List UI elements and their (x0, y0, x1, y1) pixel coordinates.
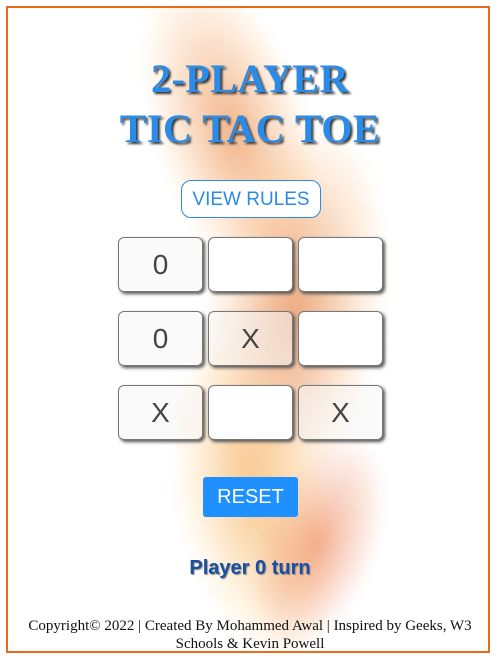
cell-1-0[interactable]: 0 (118, 311, 203, 366)
cell-0-2[interactable] (298, 237, 383, 292)
game-board: 0 0 X X X (118, 237, 388, 440)
title-line-1: 2-PLAYER (150, 56, 350, 101)
cell-1-2[interactable] (298, 311, 383, 366)
footer-line-1: Copyright© 2022 | Created By Mohammed Aw… (28, 618, 472, 634)
cell-0-1[interactable] (208, 237, 293, 292)
view-rules-button[interactable]: VIEW RULES (181, 180, 321, 218)
cell-2-0[interactable]: X (118, 385, 203, 440)
cell-1-1[interactable]: X (208, 311, 293, 366)
page-title: 2-PLAYER TIC TAC TOE (8, 54, 488, 154)
turn-status: Player 0 turn (189, 557, 311, 579)
title-line-2: TIC TAC TOE (119, 106, 381, 151)
cell-2-1[interactable] (208, 385, 293, 440)
footer-line-2: Schools & Kevin Powell (175, 636, 325, 652)
reset-button[interactable]: RESET (203, 477, 298, 517)
cell-0-0[interactable]: 0 (118, 237, 203, 292)
footer-copyright: Copyright© 2022 | Created By Mohammed Aw… (8, 617, 488, 652)
cell-2-2[interactable]: X (298, 385, 383, 440)
game-container: 2-PLAYER TIC TAC TOE VIEW RULES 0 0 X X … (6, 6, 490, 653)
